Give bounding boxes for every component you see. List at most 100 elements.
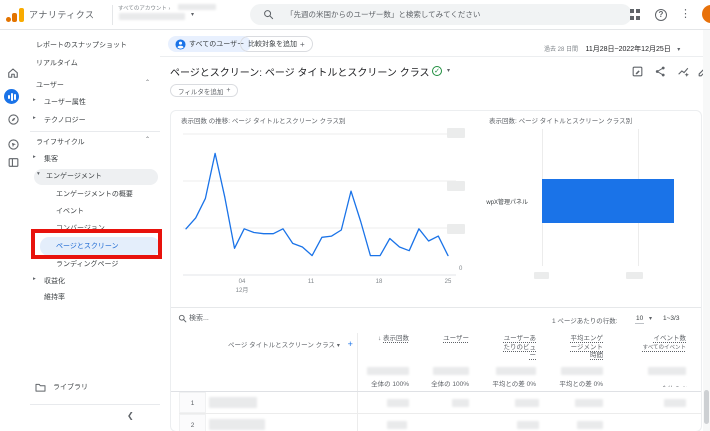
cell-redacted	[387, 399, 409, 407]
report-sidebar: レポートのスナップショット リアルタイム ユーザー ⌃ ▸ ユーザー属性 ▸ テ…	[26, 30, 166, 431]
sidebar-item-engagement[interactable]: エンゲージメント	[46, 170, 102, 183]
row-number: 2	[179, 414, 206, 431]
nav-home-icon[interactable]	[3, 63, 23, 83]
add-filter-button[interactable]: フィルタを追加 +	[170, 84, 239, 97]
cell-redacted	[577, 421, 603, 429]
page-title: ページとスクリーン: ページ タイトルとスクリーン クラス	[170, 68, 430, 79]
sidebar-item-realtime[interactable]: リアルタイム	[36, 57, 78, 70]
cell-redacted	[517, 421, 539, 429]
share-icon[interactable]	[654, 65, 667, 78]
chevron-up-icon[interactable]: ⌃	[145, 136, 150, 143]
search-icon	[264, 10, 274, 20]
property-name-redacted	[119, 13, 185, 20]
sidebar-item-events[interactable]: イベント	[56, 205, 84, 218]
data-quality-check-icon[interactable]: ✓	[432, 66, 442, 76]
x-axis-tick: 04 12月	[235, 279, 249, 294]
breadcrumb-separator-icon: ›	[168, 6, 171, 12]
app-header: アナリティクス すべてのアカウント › ▾ ? ⋮	[0, 0, 710, 30]
column-header-views-per-user[interactable]: ユーザーあたりのビュー	[502, 335, 537, 361]
table-search-input[interactable]	[187, 311, 337, 325]
x-axis-tick: 25	[444, 279, 452, 285]
collapse-sidebar-icon[interactable]: ❮	[127, 411, 134, 420]
expand-caret-icon: ▸	[33, 154, 36, 160]
cell-redacted	[515, 399, 539, 407]
sidebar-item-acquisition[interactable]: 集客	[44, 153, 58, 166]
nav-advertising-icon[interactable]	[3, 134, 23, 154]
total-value-redacted	[648, 367, 686, 375]
help-icon[interactable]: ?	[655, 9, 667, 21]
avatar[interactable]	[702, 5, 710, 23]
column-header-views[interactable]: ↓ 表示回数	[369, 335, 409, 344]
add-dimension-icon[interactable]: +	[348, 339, 353, 349]
total-value-redacted	[433, 367, 469, 375]
row-divider	[179, 413, 701, 414]
x-axis-tick: 18	[375, 279, 383, 285]
cell-redacted	[387, 421, 407, 429]
global-search[interactable]	[250, 4, 632, 25]
nav-reports-icon[interactable]	[4, 89, 19, 104]
date-range-label: 過去 28 日間	[544, 47, 579, 53]
apps-grid-icon[interactable]	[630, 9, 641, 20]
y-axis-label-redacted	[447, 128, 465, 138]
google-analytics-logo[interactable]	[6, 7, 26, 23]
sidebar-item-monetization[interactable]: 収益化	[44, 275, 65, 288]
sidebar-item-engagement-overview[interactable]: エンゲージメントの概要	[56, 188, 133, 201]
sidebar-item-retention[interactable]: 維持率	[44, 291, 65, 304]
table-search-icon	[178, 314, 187, 323]
caret-down-icon[interactable]: ▾	[649, 315, 652, 322]
total-value-redacted	[561, 367, 603, 375]
nav-rail: ⚙	[0, 30, 26, 431]
total-value-redacted	[367, 367, 409, 375]
sidebar-section-user[interactable]: ユーザー	[36, 79, 64, 92]
sidebar-item-technology[interactable]: テクノロジー	[44, 114, 86, 127]
sidebar-item-landing-page[interactable]: ランディングページ	[56, 258, 118, 271]
global-search-input[interactable]	[284, 4, 614, 25]
sidebar-item-conversions[interactable]: コンバージョン	[56, 222, 105, 235]
sidebar-divider	[30, 131, 160, 132]
rows-per-page-label: 1 ページあたりの行数:	[552, 318, 618, 325]
sidebar-section-lifecycle[interactable]: ライフサイクル	[36, 136, 85, 149]
caret-down-icon: ▾	[677, 47, 681, 53]
caret-down-icon[interactable]: ▾	[447, 67, 450, 74]
sidebar-item-library[interactable]: ライブラリ	[53, 381, 88, 394]
cell-redacted	[209, 397, 257, 408]
nav-configure-icon[interactable]	[3, 152, 23, 172]
app-title: アナリティクス	[29, 10, 95, 20]
collapse-caret-icon: ▾	[37, 171, 40, 177]
cell-redacted	[209, 419, 265, 430]
y-axis-label-redacted	[447, 224, 465, 234]
expand-caret-icon: ▸	[33, 97, 36, 103]
customize-report-icon[interactable]	[631, 65, 644, 78]
column-header-avg-engagement-time[interactable]: 平均エンゲージメント時間	[569, 335, 604, 361]
comparison-bar: すべてのユーザー 比較対象を追加 + 過去 28 日間 11月28日~2022年…	[160, 30, 710, 57]
sidebar-item-user-attributes[interactable]: ユーザー属性	[44, 96, 86, 109]
add-comparison-button[interactable]: 比較対象を追加 +	[240, 36, 313, 52]
row-number: 1	[179, 392, 206, 413]
x-axis-label-redacted	[626, 272, 643, 279]
sidebar-item-pages-and-screens[interactable]: ページとスクリーン	[56, 240, 119, 253]
chevron-up-icon[interactable]: ⌃	[145, 79, 150, 86]
column-header-event-count[interactable]: イベント数 すべてのイベント	[640, 335, 686, 352]
caret-down-icon[interactable]: ▾	[337, 343, 340, 349]
nav-explore-icon[interactable]	[3, 109, 23, 129]
bar-wpx-admin-panel	[542, 179, 674, 223]
chevron-down-icon: ▾	[191, 12, 195, 18]
rows-per-page-select[interactable]: 10	[635, 315, 645, 324]
line-chart-canvas	[183, 133, 456, 276]
pagination-range: 1~3/3	[663, 315, 680, 322]
report-card: 表示回数 の推移: ページ タイトルとスクリーン クラス別 0 04 12月 1…	[170, 110, 702, 431]
ga4-analytics-window: アナリティクス すべてのアカウント › ▾ ? ⋮	[0, 0, 710, 431]
report-main: すべてのユーザー 比較対象を追加 + 過去 28 日間 11月28日~2022年…	[160, 30, 710, 431]
more-vert-icon[interactable]: ⋮	[680, 8, 691, 21]
insights-icon[interactable]	[677, 65, 690, 78]
sidebar-item-report-snapshot[interactable]: レポートのスナップショット	[36, 39, 127, 52]
x-axis-tick: 11	[307, 279, 315, 285]
dimension-column-header[interactable]: ページ タイトルとスクリーン クラス ▾ +	[228, 339, 353, 349]
column-header-users[interactable]: ユーザー	[429, 335, 469, 344]
plus-icon: +	[300, 39, 305, 49]
date-range-picker[interactable]: 過去 28 日間 11月28日~2022年12月25日 ▾	[544, 38, 680, 56]
plus-icon: +	[226, 87, 231, 94]
audience-pill[interactable]: すべてのユーザー	[168, 36, 252, 52]
total-note: 平均との差 0%	[559, 381, 603, 388]
scrollbar-thumb[interactable]	[704, 390, 709, 424]
